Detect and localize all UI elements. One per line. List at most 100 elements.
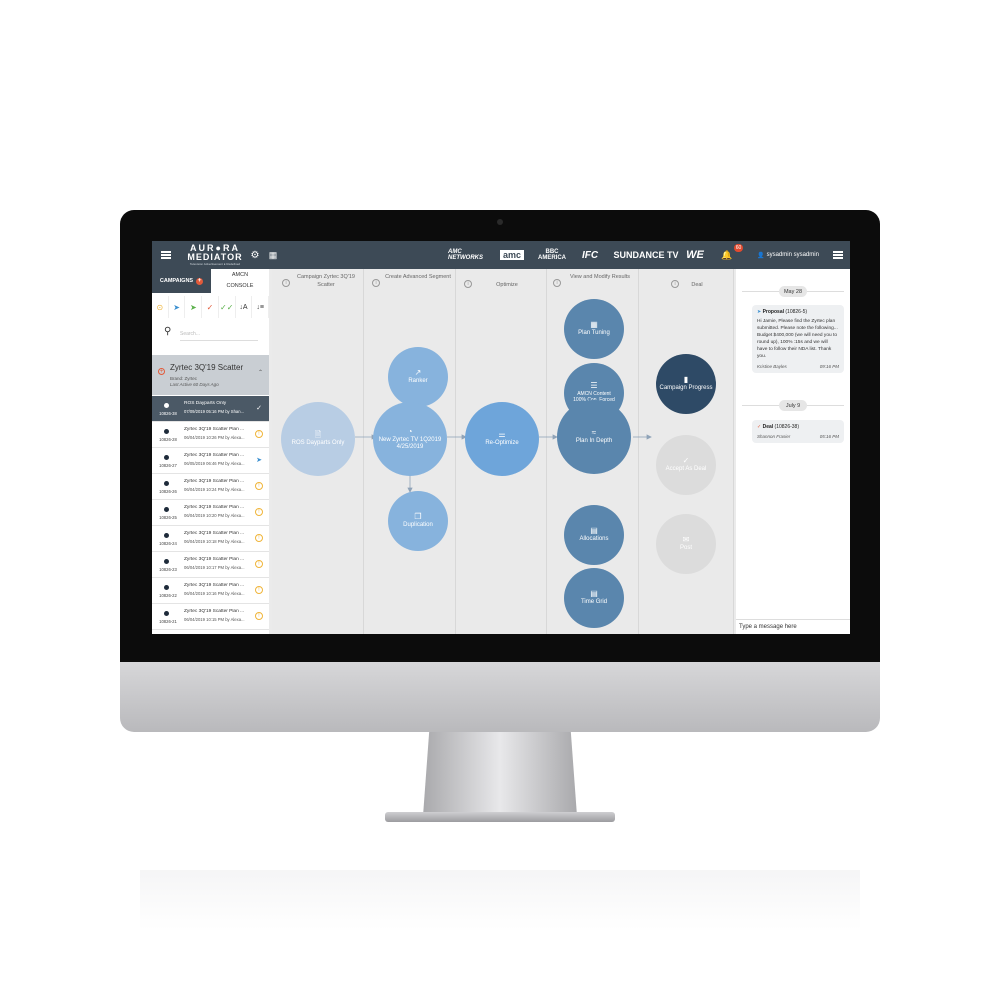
node-label: Campaign Progress	[659, 385, 713, 391]
gear-icon[interactable]: ⚙	[249, 241, 261, 269]
check-icon: ✓	[256, 405, 262, 412]
user-menu[interactable]: 👤 sysadmin sysadmin	[752, 241, 824, 269]
plan-meta: 06/04/2019 10:26 PM by Alexa...	[184, 435, 245, 440]
message-input[interactable]: Type a message here	[736, 619, 850, 634]
chevron-up-icon[interactable]: ⌃	[258, 369, 263, 376]
node-duplication[interactable]: ❐ Duplication	[388, 491, 448, 551]
ifc-logo: IFC	[581, 249, 599, 261]
amc-logo: amc	[498, 241, 526, 269]
deal-filter-icon[interactable]: ✓	[202, 296, 219, 318]
plan-row[interactable]: 10826-24 Zyrtec 3Q'19 Scatter Plan ... 0…	[152, 526, 269, 552]
envelope-icon: ✉	[682, 535, 690, 544]
plan-row[interactable]: 10826-25 Zyrtec 3Q'19 Scatter Plan ... 0…	[152, 500, 269, 526]
plan-meta: 06/04/2019 10:16 PM by Alexa...	[184, 591, 245, 596]
monitor-stand	[423, 732, 577, 816]
bbc-america-logo: BBC AMERICA	[538, 249, 566, 261]
plan-meta: 06/04/2019 10:24 PM by Alexa...	[184, 487, 245, 492]
pending-icon: !	[255, 430, 263, 438]
node-plan-tuning[interactable]: ▦ Plan Tuning	[564, 299, 624, 359]
plan-meta: 06/04/2019 10:15 PM by Alexa...	[184, 617, 245, 622]
sent-filter-icon[interactable]: ➤	[169, 296, 186, 318]
pending-icon: !	[255, 482, 263, 490]
plan-row[interactable]: 10826-28 Zyrtec 3Q'19 Scatter Plan ... 0…	[152, 422, 269, 448]
node-ros-dayparts[interactable]: 🗎 ROS Dayparts Only	[281, 402, 355, 476]
bar-chart-icon: ▮	[683, 375, 689, 384]
search-underline	[180, 340, 258, 341]
aurora-mediator-logo: AUR●RA MEDIATOR Television Advertisement…	[187, 243, 243, 267]
node-allocations[interactable]: ▤ Allocations	[564, 505, 624, 565]
sort-az-icon[interactable]: ↓A	[236, 296, 253, 318]
plan-row[interactable]: 10826-22 Zyrtec 3Q'19 Scatter Plan ... 0…	[152, 578, 269, 604]
node-reoptimize[interactable]: ⚌ Re-Optimize	[465, 402, 539, 476]
plan-row[interactable]: 10826-38 ROS Dayparts Only 07/09/2019 05…	[152, 396, 269, 422]
pending-icon: !	[255, 586, 263, 594]
message-footer: Shannon Frasier 05:16 PM	[757, 434, 839, 439]
camera-dot	[497, 219, 503, 225]
dashboard-icon[interactable]: ▦	[267, 241, 279, 269]
node-accept-as-deal[interactable]: ✓ Accept As Deal	[656, 435, 716, 495]
node-new-plan[interactable]: ◔ New Zyrtec TV 1Q2019 4/25/2019	[373, 402, 447, 476]
approved-filter-icon[interactable]: ➤	[185, 296, 203, 318]
campaign-sidebar: CAMPAIGNS + AMCN CONSOLE ⊙ ➤ ➤ ✓ ✓✓ ↓A ↓…	[152, 269, 270, 634]
menu-icon[interactable]	[158, 241, 174, 269]
date-chip: July 9	[779, 400, 807, 411]
node-plan-in-depth[interactable]: ≈ Plan In Depth	[557, 400, 631, 474]
node-label: Plan In Depth	[575, 438, 613, 444]
status-filters: ⊙ ➤ ➤ ✓ ✓✓ ↓A ↓≡	[152, 296, 270, 318]
tab-campaigns[interactable]: CAMPAIGNS +	[152, 269, 211, 293]
message-footer: Kristine Bayles 09:16 PM	[757, 364, 839, 369]
plan-row[interactable]: 10826-26 Zyrtec 3Q'19 Scatter Plan ... 0…	[152, 474, 269, 500]
plan-meta: 06/04/2019 10:18 PM by Alexa...	[184, 539, 245, 544]
search-box[interactable]: ⚲ Search...	[160, 325, 260, 343]
plan-title: Zyrtec 3Q'19 Scatter Plan ...	[184, 557, 245, 562]
plan-status-dot	[164, 533, 169, 538]
pending-icon: !	[255, 560, 263, 568]
sort-list-icon[interactable]: ↓≡	[252, 296, 270, 318]
bell-icon[interactable]: 🔔	[720, 241, 734, 269]
plan-row[interactable]: 10826-27 Zyrtec 3Q'19 Scatter Plan ... 0…	[152, 448, 269, 474]
trend-up-icon: ↗	[414, 368, 422, 377]
search-icon: ⚲	[164, 326, 172, 337]
tab-amcn-console[interactable]: AMCN CONSOLE	[211, 269, 269, 293]
pie-chart-icon: ◔	[407, 426, 413, 436]
sundance-tv-logo: SUNDANCE TV	[613, 250, 679, 260]
message-header: ✓ Deal (10826-38)	[757, 424, 800, 430]
message-deal[interactable]: ✓ Deal (10826-38) Shannon Frasier 05:16 P…	[752, 420, 844, 443]
node-ranker[interactable]: ↗ Ranker	[388, 347, 448, 407]
sliders-icon: ⚌	[498, 430, 506, 439]
plan-title: Zyrtec 3Q'19 Scatter Plan ...	[184, 609, 245, 614]
right-menu-icon[interactable]	[830, 241, 846, 269]
app-screen: AUR●RA MEDIATOR Television Advertisement…	[152, 241, 850, 634]
message-panel: May 28 ➤ Proposal (10826-5) Hi Jamie, Pl…	[736, 269, 850, 634]
sent-icon: ➤	[256, 457, 262, 464]
pending-filter-icon[interactable]: ⊙	[152, 296, 169, 318]
plan-title: Zyrtec 3Q'19 Scatter Plan ...	[184, 453, 245, 458]
node-label: Duplication	[403, 522, 433, 528]
node-label: Plan Tuning	[578, 330, 610, 336]
node-post[interactable]: ✉ Post	[656, 514, 716, 574]
add-campaign-icon[interactable]: +	[196, 277, 204, 285]
amc-networks-logo: AMC NETWORKS	[448, 249, 483, 261]
plan-row[interactable]: 10826-23 Zyrtec 3Q'19 Scatter Plan ... 0…	[152, 552, 269, 578]
plan-row[interactable]: 10826-21 Zyrtec 3Q'19 Scatter Plan ... 0…	[152, 604, 269, 630]
plan-id: 10826-22	[159, 593, 177, 598]
done-filter-icon[interactable]: ✓✓	[219, 296, 236, 318]
plan-id: 10826-25	[159, 515, 177, 520]
check-icon: ✓	[682, 456, 690, 465]
node-time-grid[interactable]: ▤ Time Grid	[564, 568, 624, 628]
plan-status-dot	[164, 429, 169, 434]
workflow-canvas: i Campaign Zyrtec 3Q'19 Scatter i Create…	[272, 269, 734, 634]
plan-id: 10826-38	[159, 411, 177, 416]
user-icon: 👤	[757, 252, 765, 259]
message-proposal[interactable]: ➤ Proposal (10826-5) Hi Jamie, Please fi…	[752, 305, 844, 373]
plan-title: Zyrtec 3Q'19 Scatter Plan ...	[184, 583, 245, 588]
monitor-stand-base	[385, 812, 615, 822]
node-campaign-progress[interactable]: ▮ Campaign Progress	[656, 354, 716, 414]
plan-title: Zyrtec 3Q'19 Scatter Plan ...	[184, 427, 245, 432]
search-input[interactable]: Search...	[180, 331, 200, 337]
campaign-add-icon[interactable]: +	[158, 368, 165, 375]
message-header: ➤ Proposal (10826-5)	[757, 309, 808, 315]
user-name: sysadmin sysadmin	[766, 252, 819, 258]
campaign-group-header[interactable]: + Zyrtec 3Q'19 Scatter Brand: Zyrtec Las…	[152, 355, 269, 395]
plan-id: 10826-28	[159, 437, 177, 442]
